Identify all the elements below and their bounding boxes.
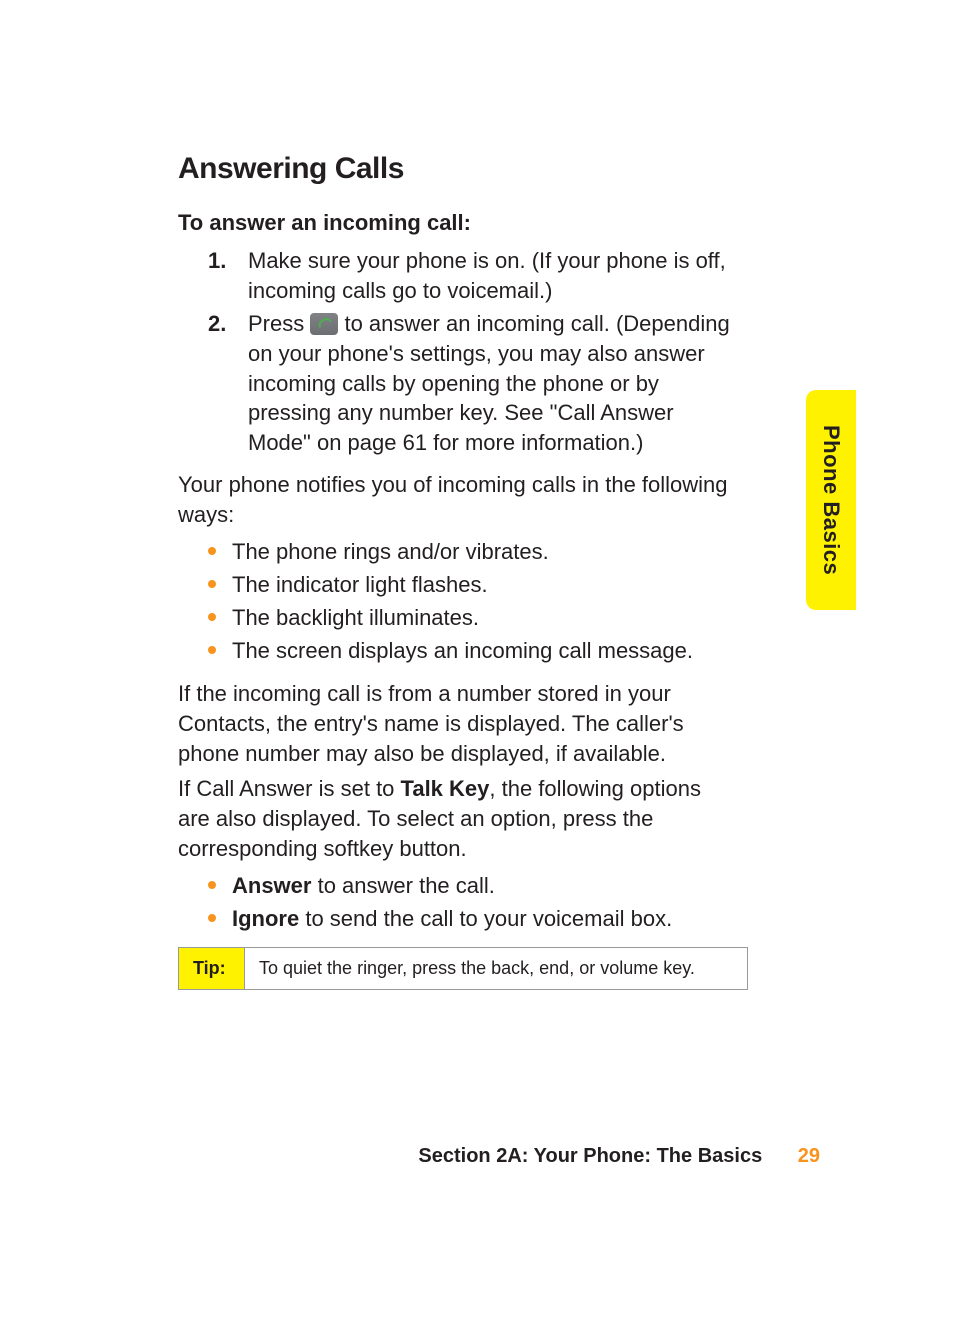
footer-section-title: Section 2A: Your Phone: The Basics <box>418 1145 762 1167</box>
talk-key-icon <box>310 313 338 335</box>
tip-label: Tip: <box>179 948 245 989</box>
notify-paragraph: Your phone notifies you of incoming call… <box>178 470 738 529</box>
list-text: Ignore to send the call to your voicemai… <box>232 902 738 935</box>
bullet-icon <box>208 914 216 922</box>
notify-list: The phone rings and/or vibrates. The ind… <box>208 535 738 667</box>
list-item: The backlight illuminates. <box>208 601 738 634</box>
bullet-icon <box>208 613 216 621</box>
tip-text: To quiet the ringer, press the back, end… <box>245 948 747 989</box>
list-text: The backlight illuminates. <box>232 601 738 634</box>
step-text: Make sure your phone is on. (If your pho… <box>248 246 738 305</box>
list-text: The screen displays an incoming call mes… <box>232 634 738 667</box>
footer-page-number: 29 <box>798 1145 820 1167</box>
option-bold: Ignore <box>232 906 299 931</box>
step-text: Press to answer an incoming call. (Depen… <box>248 309 738 457</box>
numbered-steps: 1. Make sure your phone is on. (If your … <box>208 246 738 458</box>
section-tab-label: Phone Basics <box>818 425 844 575</box>
talkkey-bold: Talk Key <box>401 776 490 801</box>
step-1: 1. Make sure your phone is on. (If your … <box>208 246 738 305</box>
section-tab: Phone Basics <box>806 390 856 610</box>
list-item: The phone rings and/or vibrates. <box>208 535 738 568</box>
contacts-paragraph: If the incoming call is from a number st… <box>178 679 738 768</box>
step-text-pre: Press <box>248 311 310 336</box>
list-text: The phone rings and/or vibrates. <box>232 535 738 568</box>
list-item: Ignore to send the call to your voicemai… <box>208 902 738 935</box>
list-item: The indicator light flashes. <box>208 568 738 601</box>
bullet-icon <box>208 646 216 654</box>
step-number: 1. <box>208 246 248 305</box>
tip-box: Tip: To quiet the ringer, press the back… <box>178 947 748 990</box>
page-content: Answering Calls To answer an incoming ca… <box>178 152 738 990</box>
option-rest: to send the call to your voicemail box. <box>299 906 672 931</box>
option-rest: to answer the call. <box>311 873 494 898</box>
subheading: To answer an incoming call: <box>178 210 738 236</box>
list-item: Answer to answer the call. <box>208 869 738 902</box>
bullet-icon <box>208 580 216 588</box>
bullet-icon <box>208 547 216 555</box>
step-number: 2. <box>208 309 248 457</box>
option-bold: Answer <box>232 873 311 898</box>
section-heading: Answering Calls <box>178 152 738 186</box>
page-footer: Section 2A: Your Phone: The Basics 29 <box>0 1145 954 1168</box>
talkkey-pre: If Call Answer is set to <box>178 776 401 801</box>
list-text: Answer to answer the call. <box>232 869 738 902</box>
talkkey-paragraph: If Call Answer is set to Talk Key, the f… <box>178 774 738 863</box>
list-text: The indicator light flashes. <box>232 568 738 601</box>
bullet-icon <box>208 881 216 889</box>
step-2: 2. Press to answer an incoming call. (De… <box>208 309 738 457</box>
list-item: The screen displays an incoming call mes… <box>208 634 738 667</box>
options-list: Answer to answer the call. Ignore to sen… <box>208 869 738 935</box>
